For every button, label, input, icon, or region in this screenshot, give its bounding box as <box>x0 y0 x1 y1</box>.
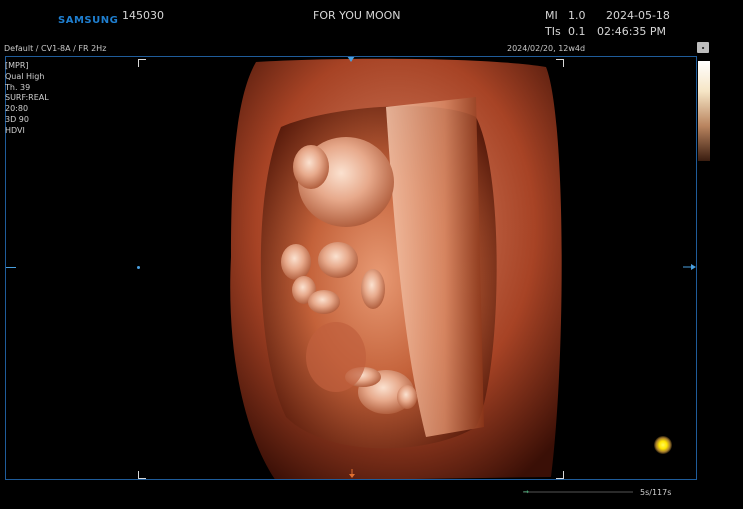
render-viewport[interactable] <box>5 56 697 480</box>
fetal-limb <box>397 385 417 409</box>
tis-value: 0.1 <box>568 25 586 38</box>
fetal-3d-render <box>230 58 562 479</box>
fetal-limb <box>361 269 385 309</box>
brand-logo: SAMSUNG <box>58 15 119 26</box>
roi-corner-bottom-left <box>138 471 146 479</box>
trackball-cursor-icon[interactable] <box>654 436 672 454</box>
param-3d-angle: 3D 90 <box>5 114 29 124</box>
roi-corner-bottom-right <box>556 471 564 479</box>
exam-info: 2024/02/20, 12w4d <box>507 44 586 53</box>
tis-label: TIs <box>545 25 561 38</box>
triangle-down-icon <box>347 57 355 62</box>
fetal-body <box>306 322 366 392</box>
fetal-limb <box>281 244 311 280</box>
mi-label: MI <box>545 9 558 22</box>
ultrasound-screen: SAMSUNG 145030 FOR YOU MOON MI 1.0 TIs 0… <box>0 0 743 509</box>
color-map-bar <box>698 61 710 161</box>
param-hdvi: HDVI <box>5 125 25 135</box>
arrow-right-icon <box>683 264 696 270</box>
cine-marker-icon: → <box>523 488 529 496</box>
param-quality: Qual High <box>5 71 45 81</box>
exam-date: 2024-05-18 <box>606 9 670 22</box>
arrow-down-icon <box>349 469 355 478</box>
probe-info: Default / CV1-8A / FR 2Hz <box>4 44 107 53</box>
param-mode: [MPR] <box>5 61 29 70</box>
left-dot-marker <box>137 266 140 269</box>
mi-value: 1.0 <box>568 9 586 22</box>
map-indicator-icon: ▪ <box>697 42 709 53</box>
cine-frame-info: 5s/117s <box>640 488 672 497</box>
acquisition-params: [MPR] Qual High Th. 39 SURF:REAL 20:80 3… <box>5 61 49 137</box>
fetal-limb <box>318 242 358 278</box>
roi-corner-top-right <box>556 59 564 67</box>
fetal-limb <box>308 290 340 314</box>
roi-corner-top-left <box>138 59 146 67</box>
left-tick-marker <box>6 267 16 268</box>
exam-time: 02:46:35 PM <box>597 25 667 38</box>
param-threshold: Th. 39 <box>5 82 31 92</box>
cine-progress-bar[interactable] <box>523 491 633 493</box>
patient-name: FOR YOU MOON <box>313 9 401 22</box>
param-surface: SURF:REAL <box>5 93 49 103</box>
fetal-face <box>293 145 329 189</box>
param-mix: 20:80 <box>5 104 29 114</box>
patient-id: 145030 <box>122 9 164 22</box>
